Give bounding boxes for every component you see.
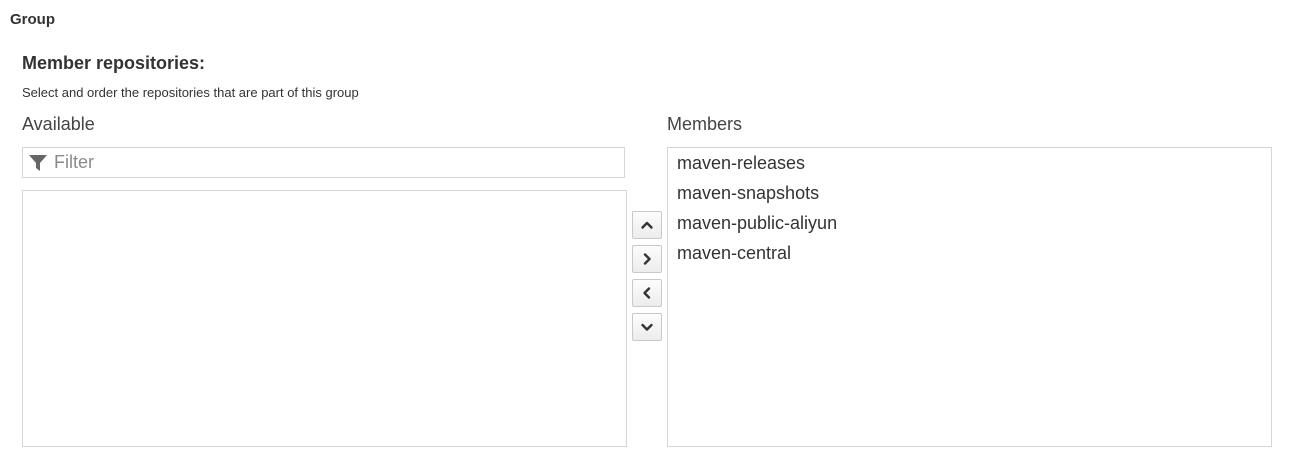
member-item[interactable]: maven-central [668,239,1271,269]
move-up-button[interactable] [632,211,662,239]
move-left-button[interactable] [632,279,662,307]
member-item[interactable]: maven-public-aliyun [668,209,1271,239]
filter-input[interactable] [49,149,614,176]
move-buttons [632,211,662,347]
chevron-down-icon [641,323,653,331]
members-label: Members [667,114,743,134]
filter-field[interactable] [22,147,625,178]
move-right-button[interactable] [632,245,662,273]
field-title: Member repositories: [22,53,206,73]
move-down-button[interactable] [632,313,662,341]
chevron-right-icon [643,253,651,265]
chevron-up-icon [641,221,653,229]
member-item[interactable]: maven-releases [668,149,1271,179]
available-list[interactable] [22,190,627,447]
field-help-text: Select and order the repositories that a… [22,85,359,100]
members-list[interactable]: maven-releases maven-snapshots maven-pub… [667,147,1272,447]
section-title: Group [10,11,55,28]
member-item[interactable]: maven-snapshots [668,179,1271,209]
chevron-left-icon [643,287,651,299]
available-label: Available [22,114,95,134]
filter-icon [27,152,49,174]
